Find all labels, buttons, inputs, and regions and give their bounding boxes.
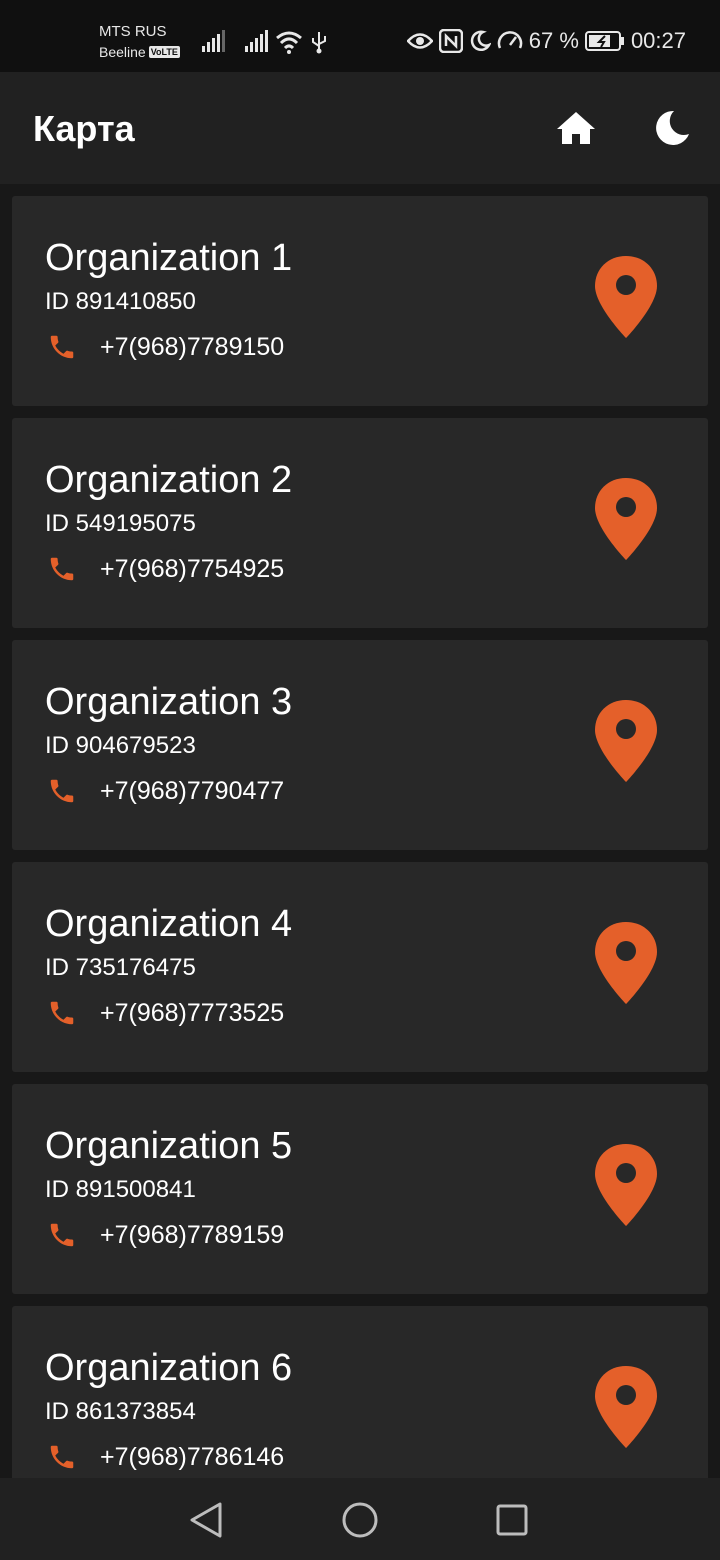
clock: 00:27 xyxy=(630,28,686,53)
organization-phone[interactable]: +7(968)7789150 xyxy=(100,333,284,361)
app-bar: Карта xyxy=(0,72,720,184)
organization-list[interactable]: Organization 1 ID 891410850 +7(968)7789150… xyxy=(0,184,720,1478)
volte-badge: VoLTE xyxy=(148,46,180,58)
signal-icon xyxy=(202,30,225,52)
battery-percent: 67 % xyxy=(528,28,579,53)
organization-card[interactable]: Organization 2 ID 549195075 +7(968)7754925 xyxy=(12,418,708,628)
organization-phone[interactable]: +7(968)7754925 xyxy=(100,555,284,583)
signal-icon-2 xyxy=(245,30,268,52)
organization-id: ID 891500841 xyxy=(45,1176,196,1203)
map-pin-icon[interactable] xyxy=(592,476,660,562)
carrier-info: MTS RUS Beeline VoLTE xyxy=(99,22,180,62)
phone-icon[interactable] xyxy=(47,1220,77,1250)
map-pin-icon[interactable] xyxy=(592,920,660,1006)
organization-card[interactable]: Organization 5 ID 891500841 +7(968)7789159 xyxy=(12,1084,708,1294)
usb-icon xyxy=(312,32,326,54)
organization-name: Organization 4 xyxy=(45,903,293,945)
organization-phone[interactable]: +7(968)7786146 xyxy=(100,1443,284,1471)
eye-icon xyxy=(406,33,433,49)
home-button[interactable] xyxy=(554,106,598,150)
wifi-icon xyxy=(276,31,302,54)
organization-name: Organization 3 xyxy=(45,681,293,723)
battery-charging-icon xyxy=(584,31,624,51)
organization-id: ID 549195075 xyxy=(45,510,196,537)
do-not-disturb-moon-icon xyxy=(470,30,491,52)
carrier-2: Beeline xyxy=(99,44,146,60)
phone-icon[interactable] xyxy=(47,554,77,584)
organization-name: Organization 1 xyxy=(45,237,293,279)
organization-phone[interactable]: +7(968)7790477 xyxy=(100,777,284,805)
moon-icon xyxy=(656,110,689,145)
organization-phone[interactable]: +7(968)7789159 xyxy=(100,1221,284,1249)
phone-icon[interactable] xyxy=(47,998,77,1028)
map-pin-icon[interactable] xyxy=(592,698,660,784)
recents-square-icon xyxy=(496,1504,528,1536)
carrier-1: MTS RUS xyxy=(99,23,167,40)
phone-icon[interactable] xyxy=(47,776,77,806)
home-icon xyxy=(557,112,595,144)
nav-recents-button[interactable] xyxy=(490,1498,534,1542)
nav-back-button[interactable] xyxy=(184,1498,228,1542)
back-triangle-icon xyxy=(190,1502,222,1538)
organization-card[interactable]: Organization 1 ID 891410850 +7(968)7789150 xyxy=(12,196,708,406)
speedometer-icon xyxy=(497,31,523,49)
organization-name: Organization 6 xyxy=(45,1347,293,1389)
phone-icon[interactable] xyxy=(47,332,77,362)
system-nav-bar xyxy=(0,1478,720,1560)
home-circle-icon xyxy=(342,1502,378,1538)
page-title: Карта xyxy=(33,108,135,149)
status-bar: MTS RUS Beeline VoLTE 67 % 00:27 xyxy=(0,0,720,72)
nfc-icon xyxy=(438,29,463,53)
organization-card[interactable]: Organization 3 ID 904679523 +7(968)7790477 xyxy=(12,640,708,850)
organization-id: ID 904679523 xyxy=(45,732,196,759)
organization-phone[interactable]: +7(968)7773525 xyxy=(100,999,284,1027)
organization-name: Organization 2 xyxy=(45,459,293,501)
organization-card[interactable]: Organization 6 ID 861373854 +7(968)7786146 xyxy=(12,1306,708,1478)
map-pin-icon[interactable] xyxy=(592,1364,660,1450)
nav-home-button[interactable] xyxy=(338,1498,382,1542)
map-pin-icon[interactable] xyxy=(592,1142,660,1228)
theme-toggle-button[interactable] xyxy=(650,106,694,150)
phone-icon[interactable] xyxy=(47,1442,77,1472)
organization-id: ID 891410850 xyxy=(45,288,196,315)
organization-id: ID 735176475 xyxy=(45,954,196,981)
organization-card[interactable]: Organization 4 ID 735176475 +7(968)7773525 xyxy=(12,862,708,1072)
organization-id: ID 861373854 xyxy=(45,1398,196,1425)
organization-name: Organization 5 xyxy=(45,1125,293,1167)
map-pin-icon[interactable] xyxy=(592,254,660,340)
